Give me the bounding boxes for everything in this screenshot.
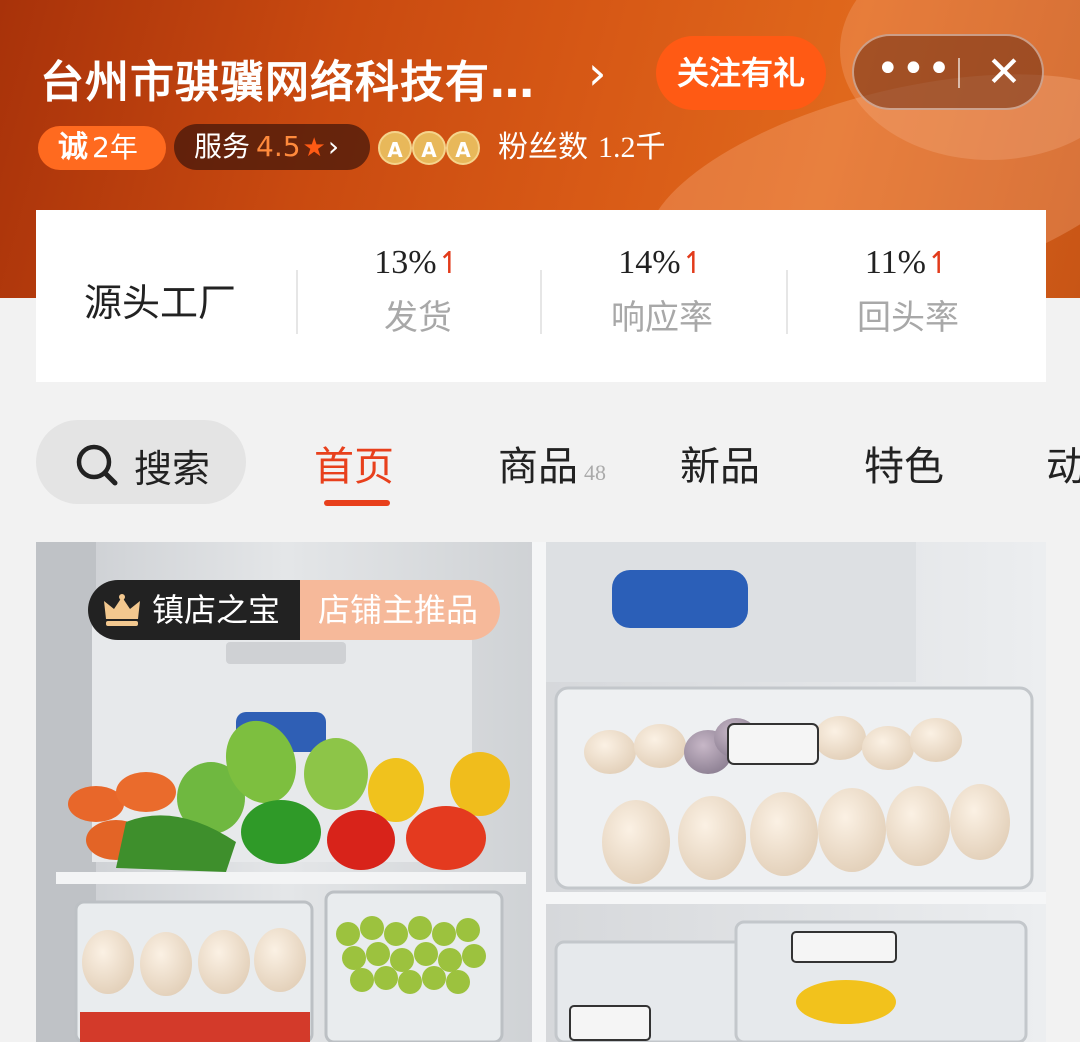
- factory-label: 源头工厂: [84, 281, 237, 325]
- search-button[interactable]: 搜索: [36, 420, 246, 504]
- shop-stats-card: 源头工厂 13%↿ 发货 14%↿ 响应率 11%↿ 回头率: [36, 210, 1046, 382]
- active-tab-indicator: [324, 500, 390, 506]
- stat-value: 14%: [618, 244, 681, 281]
- star-icon: ★: [302, 133, 326, 163]
- fans-label: 粉丝数: [498, 130, 588, 165]
- service-rating-badge[interactable]: 服务 4.5★›: [174, 124, 370, 170]
- arrow-up-icon: ↿: [925, 246, 952, 281]
- shop-name[interactable]: 台州市骐骥网络科技有…: [40, 46, 560, 110]
- search-icon: [76, 444, 118, 486]
- close-icon[interactable]: ✕: [976, 36, 1032, 108]
- divider: [296, 270, 298, 334]
- stat-value: 13%: [374, 244, 437, 281]
- more-icon[interactable]: •••: [876, 36, 951, 108]
- stat-shipping: 13%↿ 发货: [318, 244, 518, 339]
- chevron-right-icon: ›: [327, 130, 340, 163]
- tab-label: 动: [1046, 444, 1080, 490]
- arrow-up-icon: ↿: [680, 246, 706, 281]
- service-label: 服务: [194, 130, 251, 163]
- tab-new[interactable]: 新品: [680, 434, 760, 492]
- tab-activity[interactable]: 动: [1046, 434, 1080, 492]
- crown-icon: [104, 594, 140, 626]
- tab-products[interactable]: 商品 48: [498, 434, 606, 492]
- recommended-label: 店铺主推品: [300, 580, 501, 640]
- follow-button[interactable]: 关注有礼: [656, 36, 826, 110]
- stat-label: 回头率: [857, 298, 959, 338]
- level-a-icon: A: [446, 131, 480, 165]
- stat-repurchase-rate: 11%↿ 回头率: [808, 244, 1008, 339]
- stat-label: 发货: [384, 298, 452, 338]
- capsule-divider: [958, 58, 960, 88]
- fans-count: 粉丝数 1.2千: [498, 126, 666, 170]
- treasure-label: 镇店之宝: [152, 591, 281, 629]
- tab-home[interactable]: 首页: [314, 434, 394, 492]
- tab-featured[interactable]: 特色: [864, 434, 944, 492]
- tab-label: 商品: [498, 444, 578, 490]
- arrow-up-icon: ↿: [436, 246, 462, 281]
- tab-label: 特色: [864, 444, 944, 490]
- integrity-years: 2年: [92, 131, 138, 164]
- stat-value: 11%: [864, 244, 926, 281]
- level-badges: A A A: [378, 128, 480, 168]
- search-label: 搜索: [134, 447, 211, 491]
- divider: [786, 270, 788, 334]
- stat-response-rate: 14%↿ 响应率: [562, 244, 762, 339]
- service-rating: 4.5: [256, 130, 301, 163]
- treasure-badge: 镇店之宝: [88, 580, 301, 640]
- featured-product-badge: 镇店之宝 店铺主推品: [88, 580, 501, 640]
- fans-value: 1.2千: [598, 131, 666, 164]
- integrity-badge: 诚 2年: [38, 126, 166, 170]
- integrity-char: 诚: [58, 130, 88, 165]
- level-a-icon: A: [412, 131, 446, 165]
- stat-label: 响应率: [611, 298, 713, 338]
- miniprogram-capsule: ••• ✕: [852, 34, 1044, 110]
- level-a-icon: A: [378, 131, 412, 165]
- tab-count: 48: [584, 460, 606, 485]
- tab-label: 首页: [314, 444, 394, 490]
- tab-label: 新品: [680, 444, 760, 490]
- divider: [540, 270, 542, 334]
- chevron-right-icon[interactable]: ›: [588, 48, 606, 98]
